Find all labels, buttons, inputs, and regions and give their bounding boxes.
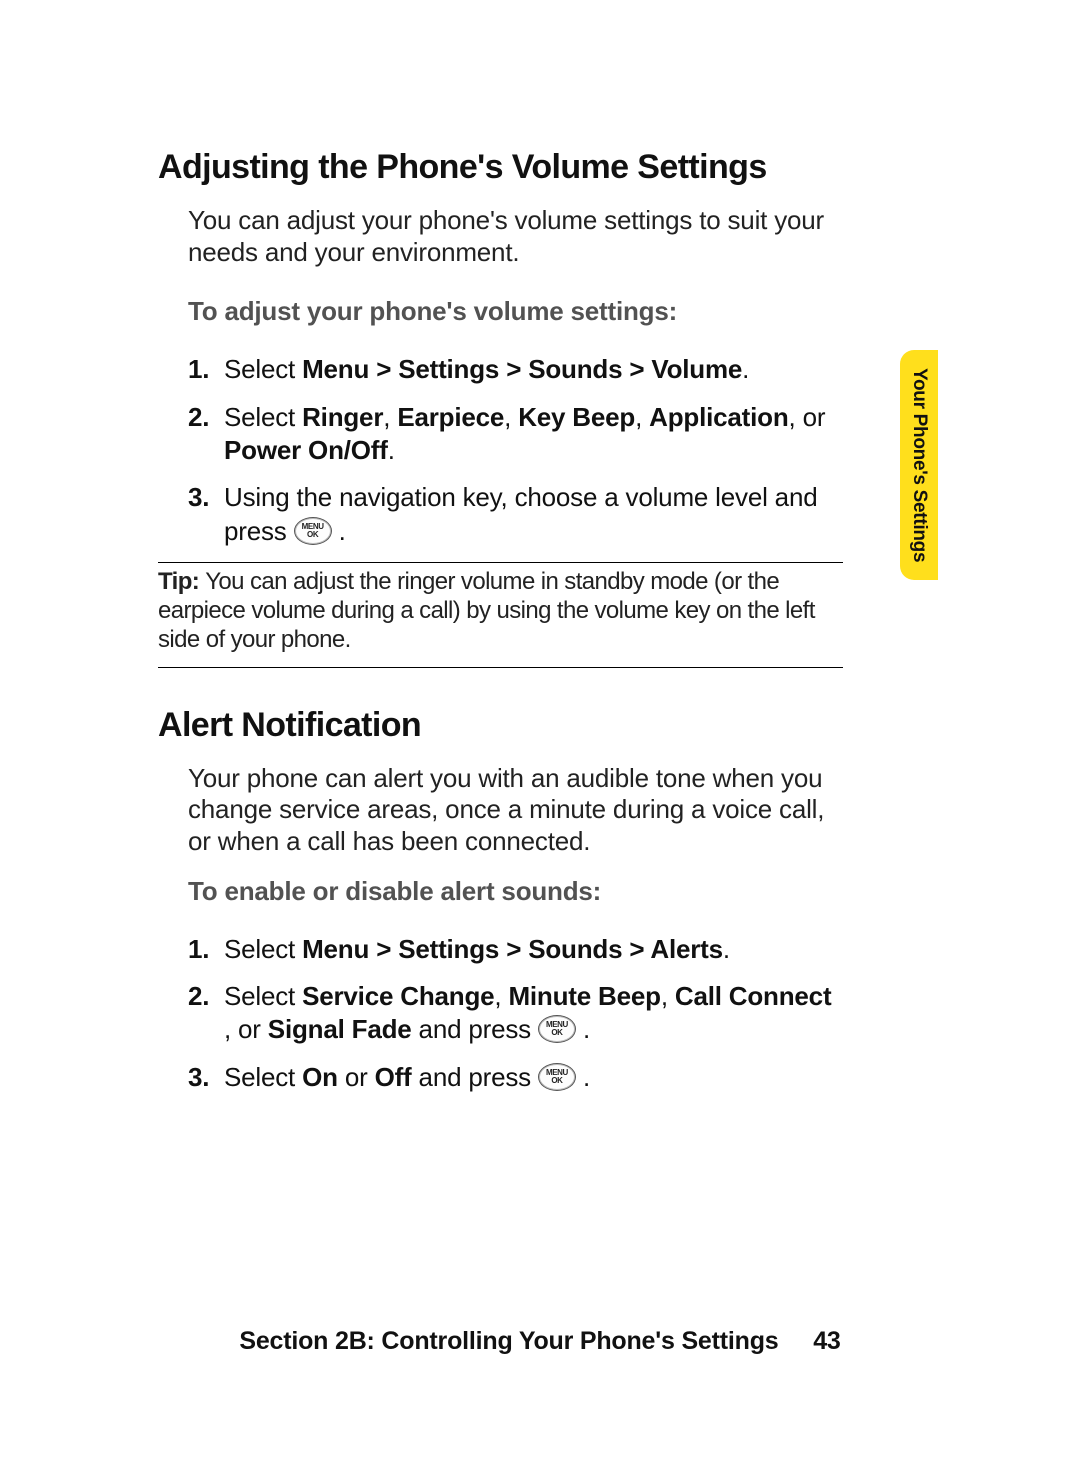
step-number: 1. [188,933,224,966]
step-body: Select Menu > Settings > Sounds > Alerts… [224,933,843,966]
step-number: 2. [188,401,224,468]
tip-text: Tip: You can adjust the ringer volume in… [158,567,843,655]
step-row: 1. Select Menu > Settings > Sounds > Vol… [188,353,843,386]
menu-ok-key-icon: MENUOK [538,1015,576,1043]
page-content: Adjusting the Phone's Volume Settings Yo… [158,148,843,1108]
page-number: 43 [813,1327,840,1355]
steps-alert: 1. Select Menu > Settings > Sounds > Ale… [188,933,843,1094]
step-body: Select Menu > Settings > Sounds > Volume… [224,353,843,386]
step-row: 2. Select Service Change, Minute Beep, C… [188,980,843,1047]
footer-section: Section 2B: Controlling Your Phone's Set… [239,1327,778,1355]
heading-alert: Alert Notification [158,706,843,745]
step-body: Select Service Change, Minute Beep, Call… [224,980,843,1047]
menu-ok-key-icon: MENUOK [294,517,332,545]
step-row: 3. Select On or Off and press MENUOK . [188,1061,843,1094]
intro-volume: You can adjust your phone's volume setti… [188,205,843,268]
intro-alert: Your phone can alert you with an audible… [188,763,843,858]
step-body: Select On or Off and press MENUOK . [224,1061,843,1094]
step-body: Using the navigation key, choose a volum… [224,481,843,548]
step-row: 2. Select Ringer, Earpiece, Key Beep, Ap… [188,401,843,468]
step-body: Select Ringer, Earpiece, Key Beep, Appli… [224,401,843,468]
step-row: 3. Using the navigation key, choose a vo… [188,481,843,548]
step-row: 1. Select Menu > Settings > Sounds > Ale… [188,933,843,966]
tip-separator-top [158,562,843,563]
steps-volume: 1. Select Menu > Settings > Sounds > Vol… [188,353,843,547]
page-footer: Section 2B: Controlling Your Phone's Set… [0,1327,1080,1356]
tip-separator-bottom [158,667,843,668]
menu-ok-key-icon: MENUOK [538,1063,576,1091]
step-number: 1. [188,353,224,386]
side-tab-label: Your Phone's Settings [908,368,930,562]
heading-volume: Adjusting the Phone's Volume Settings [158,148,843,187]
subhead-volume: To adjust your phone's volume settings: [188,296,843,327]
step-number: 2. [188,980,224,1047]
step-number: 3. [188,481,224,548]
side-tab: Your Phone's Settings [900,350,938,580]
subhead-alert: To enable or disable alert sounds: [188,876,843,907]
step-number: 3. [188,1061,224,1094]
